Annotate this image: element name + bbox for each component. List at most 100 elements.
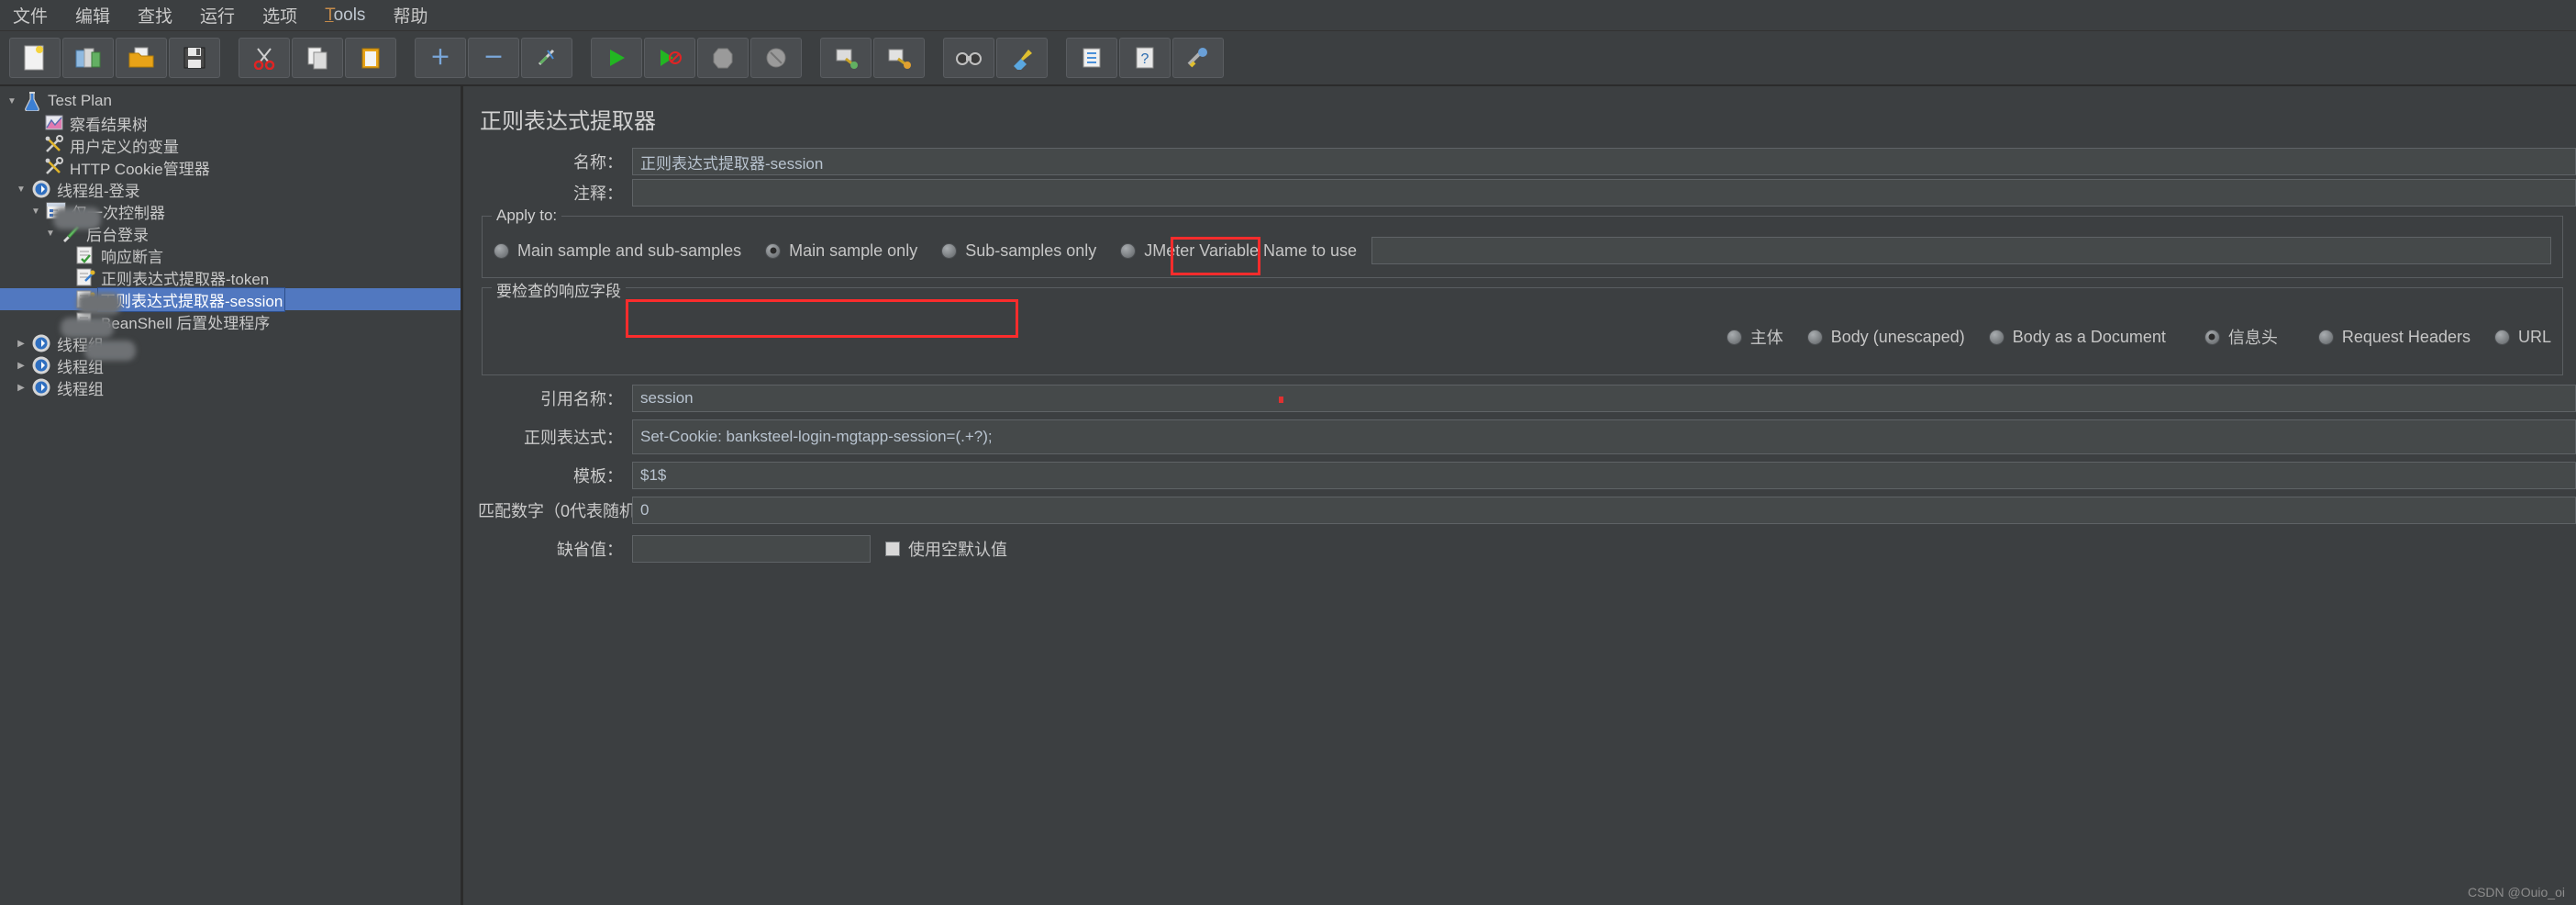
name-label: 名称： [573,153,623,172]
checkbox-icon[interactable] [885,542,900,556]
chevron-down-icon[interactable]: ▼ [13,184,29,195]
template-input[interactable]: $1$ [632,462,2576,489]
match-number-row: 匹配数字（0代表随机）： 0 [478,497,2576,524]
save-button[interactable] [169,38,220,78]
start-button[interactable] [591,38,642,78]
templates-icon [75,48,101,68]
tree-node-thread-group-3[interactable]: ▶ 线程组 [0,354,461,376]
chevron-down-icon[interactable]: ▼ [42,229,59,239]
tree-node-user-defined-variables[interactable]: ▼ 用户定义的变量 [0,134,461,156]
shutdown-button[interactable] [750,38,802,78]
open-button[interactable] [116,38,167,78]
apply-to-group: Apply to: Main sample and sub-samples Ma… [482,207,2563,278]
radio-main-and-sub-samples[interactable]: Main sample and sub-samples [494,240,741,263]
radio-jmeter-variable-name[interactable]: JMeter Variable Name to use [1120,240,1357,263]
cut-button[interactable] [239,38,290,78]
chevron-down-icon[interactable]: ▼ [28,207,44,217]
radio-request-headers[interactable]: Request Headers [2317,326,2471,349]
reference-name-input[interactable]: session [632,385,2576,412]
jmeter-variable-input[interactable] [1371,237,2551,264]
play-no-pause-icon [661,50,682,66]
tree-node-regex-extractor-session[interactable]: ▼ 正则表达式提取器-session [0,286,461,312]
tools-icon [42,135,66,155]
radio-label: Body (unescaped) [1830,327,1965,346]
chevron-right-icon[interactable]: ▶ [13,339,29,349]
help-button[interactable]: ? [1119,38,1171,78]
assertion-icon [73,245,97,265]
menu-item-options[interactable]: 选项 [262,3,297,28]
radio-body[interactable]: 主体 [1726,323,1783,351]
form-area: 名称： 正则表达式提取器-session 注释： Apply to: Main … [463,148,2576,563]
test-plan-tree[interactable]: ▼ Test Plan ▼ 察看结果树 ▼ 用户定义的变量 ▼ H [0,86,463,905]
gear-icon [29,179,53,199]
tree-node-test-plan[interactable]: ▼ Test Plan [0,90,461,112]
tree-node-beanshell-postprocessor[interactable]: ▼ BeanShell 后置处理程序 [0,310,461,332]
new-icon [24,45,44,71]
extractor-icon [73,289,97,309]
match-number-input[interactable]: 0 [632,497,2576,524]
tree-node-regex-extractor-token[interactable]: ▼ 正则表达式提取器-token [0,266,461,288]
tree-node-thread-group-4[interactable]: ▶ 线程组 [0,376,461,398]
toggle-button[interactable] [521,38,572,78]
clear-all-button[interactable] [873,38,925,78]
clear-button[interactable] [820,38,872,78]
menu-item-search[interactable]: 查找 [138,3,172,28]
tree-node-label: HTTP Cookie管理器 [70,160,210,178]
new-button[interactable] [9,38,61,78]
radio-body-as-a-document[interactable]: Body as a Document [1988,326,2166,349]
gear-icon [29,377,53,397]
name-input[interactable]: 正则表达式提取器-session [632,148,2576,175]
collapse-button[interactable]: － [468,38,519,78]
radio-url[interactable]: URL [2493,326,2551,349]
save-icon [183,47,205,69]
search-button[interactable] [943,38,994,78]
tree-node-http-cookie-manager[interactable]: ▼ HTTP Cookie管理器 [0,156,461,178]
paste-icon [361,48,380,69]
shutdown-icon [766,48,786,68]
copy-icon [307,47,328,70]
radio-response-headers[interactable]: 信息头 [2195,319,2291,354]
stop-button[interactable] [697,38,749,78]
tree-node-once-only-controller[interactable]: ▼ 仅一次控制器 [0,200,461,222]
menu-item-tools[interactable]: Tools [325,6,365,26]
menu-item-run[interactable]: 运行 [200,3,235,28]
function-helper-icon [1083,48,1101,68]
annotation-dot [1279,397,1283,403]
beanshell-icon [73,311,97,331]
broom-all-icon [888,49,911,69]
paste-button[interactable] [345,38,396,78]
tree-node-response-assertion[interactable]: ▼ 响应断言 [0,244,461,266]
tree-node-view-results-tree[interactable]: ▼ 察看结果树 [0,112,461,134]
radio-sub-samples-only[interactable]: Sub-samples only [941,240,1096,263]
tree-node-backend-login[interactable]: ▼ 后台登录 [0,222,461,244]
radio-body-unescaped[interactable]: Body (unescaped) [1806,326,1965,349]
undo-button[interactable] [1172,38,1224,78]
templates-button[interactable] [62,38,114,78]
comment-label: 注释： [573,184,623,203]
menu-item-edit[interactable]: 编辑 [75,3,110,28]
copy-button[interactable] [292,38,343,78]
menu-bar: 文件 编辑 查找 运行 选项 Tools 帮助 [0,0,2576,31]
menu-item-file[interactable]: 文件 [13,3,48,28]
start-no-pause-button[interactable] [644,38,695,78]
chevron-down-icon[interactable]: ▼ [4,96,20,106]
expand-button[interactable]: ＋ [415,38,466,78]
minus-icon: － [483,46,504,69]
chart-icon [42,113,66,133]
comment-input[interactable] [632,179,2576,207]
radio-label: 主体 [1749,329,1783,347]
chevron-right-icon[interactable]: ▶ [13,361,29,371]
use-empty-default-group[interactable]: 使用空默认值 [885,537,1007,561]
tree-node-thread-group-login[interactable]: ▼ 线程组-登录 [0,178,461,200]
chevron-right-icon[interactable]: ▶ [13,383,29,393]
function-helper-button[interactable] [1066,38,1117,78]
menu-item-help[interactable]: 帮助 [393,3,427,28]
tree-node-thread-group-2[interactable]: ▶ 线程组 [0,332,461,354]
regular-expression-input[interactable]: Set-Cookie: banksteel-login-mgtapp-sessi… [632,419,2576,454]
reset-search-button[interactable] [996,38,1048,78]
default-value-input[interactable] [632,535,871,563]
name-row: 名称： 正则表达式提取器-session [478,148,2576,175]
radio-main-sample-only[interactable]: Main sample only [765,240,917,263]
radio-dot-icon [2317,329,2334,345]
default-value-row: 缺省值： 使用空默认值 [478,535,2576,563]
